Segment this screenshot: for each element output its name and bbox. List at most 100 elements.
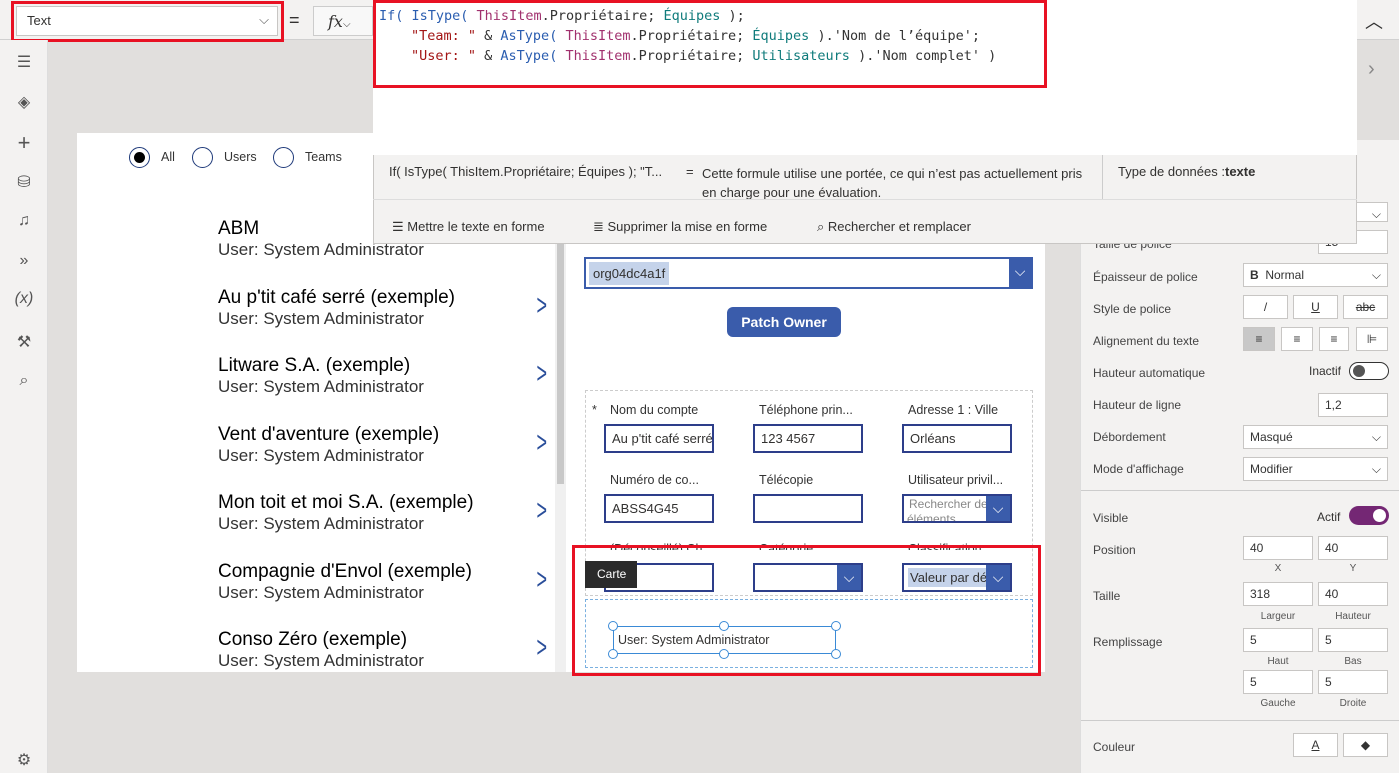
radio-label-users: Users xyxy=(224,150,257,164)
item-owner: User: System Administrator xyxy=(218,582,424,602)
field-label: Téléphone prin... xyxy=(759,403,853,417)
gallery-scrollbar[interactable] xyxy=(555,244,566,672)
formula-preview: If( IsType( ThisItem.Propriétaire; Équip… xyxy=(389,164,663,179)
item-title: Conso Zéro (exemple) xyxy=(218,629,408,650)
field-input[interactable]: ABSS4G45 xyxy=(604,494,714,523)
item-title: Au p'tit café serré (exemple) xyxy=(218,286,455,308)
padding-top-input[interactable]: 5 xyxy=(1243,628,1313,652)
italic-button[interactable]: / xyxy=(1243,295,1288,319)
variables-icon[interactable]: (x) xyxy=(14,290,34,308)
font-weight-dropdown[interactable]: B Normal ⌵ xyxy=(1243,263,1388,287)
format-icon: ☰ xyxy=(392,219,408,234)
data-type: Type de données :texte xyxy=(1118,164,1255,179)
item-title: Vent d'aventure (exemple) xyxy=(218,423,440,445)
chevron-right-icon[interactable]: › xyxy=(1368,58,1375,81)
item-title: Litware S.A. (exemple) xyxy=(218,355,411,376)
flows-icon[interactable]: » xyxy=(14,252,34,270)
field-label: Nom du compte xyxy=(610,403,699,417)
item-owner: User: System Administrator xyxy=(218,445,424,465)
format-text-button[interactable]: ☰ Mettre le texte en forme xyxy=(392,219,545,235)
divider xyxy=(373,199,1357,200)
line-height-input[interactable]: 1,2 xyxy=(1318,393,1388,417)
radio-teams[interactable] xyxy=(273,147,294,168)
list-item[interactable]: Vent d'aventure (exemple) User: System Ad… xyxy=(218,424,548,466)
item-owner: User: System Administrator xyxy=(218,651,424,670)
data-type-value: texte xyxy=(1224,164,1256,179)
list-item[interactable]: Mon toit et moi S.A. (exemple) User: Syst… xyxy=(218,492,548,534)
field-input[interactable]: Orléans xyxy=(902,424,1012,453)
display-mode-dropdown[interactable]: Modifier ⌵ xyxy=(1243,457,1388,481)
field-label: Utilisateur privil... xyxy=(908,473,1004,487)
position-y-input[interactable]: 40 xyxy=(1318,536,1388,560)
lines-icon: ≣ xyxy=(593,219,608,234)
chevron-down-icon: ⌵ xyxy=(1009,259,1031,287)
text-color-button[interactable]: A xyxy=(1293,733,1338,757)
align-left-button[interactable]: ≡ xyxy=(1243,327,1275,351)
patch-owner-button[interactable]: Patch Owner xyxy=(727,307,841,337)
radio-users[interactable] xyxy=(192,147,213,168)
padding-left-input[interactable]: 5 xyxy=(1243,670,1313,694)
collapse-icon[interactable]: ︿ xyxy=(1365,8,1383,34)
list-item[interactable]: Compagnie d'Envol (exemple) User: System … xyxy=(218,561,548,603)
chevron-right-icon[interactable]: > xyxy=(537,289,548,323)
list-item[interactable]: Conso Zéro (exemple) User: System Adminis… xyxy=(218,629,548,671)
menu-icon[interactable]: ☰ xyxy=(14,52,34,72)
owner-combobox[interactable]: org04dc4a1f ⌵ xyxy=(584,257,1033,289)
overflow-dropdown[interactable]: Masqué ⌵ xyxy=(1243,425,1388,449)
settings-icon[interactable]: ⚙ xyxy=(14,750,34,770)
underline-button[interactable]: U xyxy=(1293,295,1338,319)
fx-button[interactable]: fx⌵ xyxy=(313,6,373,36)
item-owner: User: System Administrator xyxy=(218,514,424,533)
item-owner: User: System Administrator xyxy=(218,308,424,328)
field-label: Télécopie xyxy=(759,473,814,487)
highlight-box xyxy=(11,1,284,42)
data-icon[interactable]: ⛁ xyxy=(14,172,34,192)
remove-format-button[interactable]: ≣ Supprimer la mise en forme xyxy=(593,219,767,235)
left-rail: ☰ ◈ + ⛁ ♫ » (x) ⚒ ⌕ ⚙ xyxy=(0,40,48,773)
padding-bottom-input[interactable]: 5 xyxy=(1318,628,1388,652)
required-marker: * xyxy=(592,403,597,417)
chevron-right-icon[interactable]: > xyxy=(537,563,548,597)
autoheight-toggle[interactable] xyxy=(1349,362,1389,380)
media-icon[interactable]: ♫ xyxy=(14,212,34,230)
padding-right-input[interactable]: 5 xyxy=(1318,670,1388,694)
field-input[interactable]: 123 4567 xyxy=(753,424,863,453)
position-x-input[interactable]: 40 xyxy=(1243,536,1313,560)
align-right-button[interactable]: ≡ xyxy=(1319,327,1349,351)
chevron-right-icon[interactable]: > xyxy=(537,494,548,528)
width-input[interactable]: 318 xyxy=(1243,582,1313,606)
layers-icon[interactable]: ◈ xyxy=(14,92,34,112)
search-icon: ⌕ xyxy=(817,219,828,234)
data-type-label: Type de données : xyxy=(1118,164,1225,179)
highlight-box xyxy=(373,0,1047,88)
radio-all[interactable] xyxy=(129,147,150,168)
field-input[interactable] xyxy=(753,494,863,523)
chevron-right-icon[interactable]: > xyxy=(537,426,548,460)
item-owner: User: System Administrator xyxy=(218,377,424,396)
item-title: Mon toit et moi S.A. (exemple) xyxy=(218,492,474,513)
list-item[interactable]: Au p'tit café serré (exemple) User: Syste… xyxy=(218,287,548,329)
field-label: Adresse 1 : Ville xyxy=(908,403,999,417)
tools-icon[interactable]: ⚒ xyxy=(14,332,34,352)
align-center-button[interactable]: ≡ xyxy=(1281,327,1313,351)
chevron-down-icon: ⌵ xyxy=(986,496,1010,521)
fill-color-icon[interactable]: ◆ xyxy=(1343,733,1388,757)
list-item[interactable]: Litware S.A. (exemple) User: System Admin… xyxy=(218,355,548,397)
divider xyxy=(1102,155,1103,199)
strikethrough-button[interactable]: abc xyxy=(1343,295,1388,319)
visible-toggle[interactable] xyxy=(1349,506,1389,525)
chevron-right-icon[interactable]: > xyxy=(537,357,548,391)
radio-label-all: All xyxy=(161,150,175,164)
search-icon[interactable]: ⌕ xyxy=(14,372,34,390)
formula-message: Cette formule utilise une portée, ce qui… xyxy=(702,166,1083,200)
field-input[interactable]: Au p'tit café serré xyxy=(604,424,714,453)
highlight-box xyxy=(572,545,1041,676)
radio-label-teams: Teams xyxy=(305,150,342,164)
find-replace-button[interactable]: ⌕ Rechercher et remplacer xyxy=(817,219,971,235)
insert-icon[interactable]: + xyxy=(14,130,34,156)
item-title: Compagnie d'Envol (exemple) xyxy=(218,560,472,582)
align-justify-button[interactable]: ⊫ xyxy=(1356,327,1388,351)
chevron-right-icon[interactable]: > xyxy=(537,631,548,665)
height-input[interactable]: 40 xyxy=(1318,582,1388,606)
field-input[interactable]: Rechercher des éléments ⌵ xyxy=(902,494,1012,523)
